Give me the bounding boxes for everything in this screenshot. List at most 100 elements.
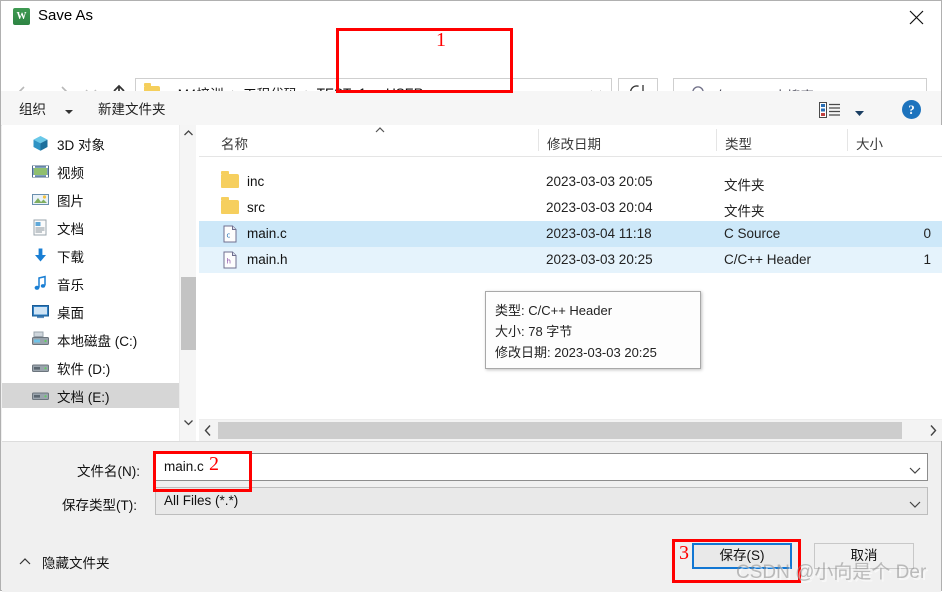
sidebar-list: 3D 对象 视频 图片 文档 下载 音乐 桌面 本地磁盘 (C:) 软件 (D:…: [2, 125, 179, 441]
3d-objects-icon: [32, 135, 49, 152]
svg-text:h: h: [227, 258, 231, 266]
chevron-down-icon[interactable]: [908, 497, 922, 512]
videos-icon: [32, 163, 49, 180]
sidebar-scrollbar-thumb[interactable]: [181, 277, 196, 350]
column-divider[interactable]: [847, 129, 848, 151]
annotation-number-2: 2: [209, 453, 219, 475]
annotation-number-3: 3: [679, 542, 689, 564]
filename-input[interactable]: main.c: [155, 453, 928, 481]
title-bar: W Save As: [1, 1, 941, 32]
tooltip-date: 修改日期: 2023-03-03 20:25: [495, 345, 657, 360]
table-row[interactable]: c main.c 2023-03-04 11:18 C Source 0: [199, 221, 942, 247]
sidebar-item-label: 图片: [57, 194, 84, 209]
chevron-down-icon[interactable]: [853, 106, 866, 121]
column-header-type[interactable]: 类型: [725, 133, 752, 153]
svg-text:c: c: [227, 232, 231, 240]
table-row[interactable]: h main.h 2023-03-03 20:25 C/C++ Header 1: [199, 247, 942, 273]
column-header-name[interactable]: 名称: [221, 133, 248, 153]
file-size: 1: [923, 252, 931, 267]
file-type: 文件夹: [724, 204, 765, 219]
wps-icon-glyph: W: [16, 11, 27, 22]
sidebar-item-label: 本地磁盘 (C:): [57, 334, 138, 349]
navigation-bar: « M4培训 › 工程代码 › TEST_1 › USER: [1, 32, 941, 108]
drive-icon: [32, 359, 49, 376]
horizontal-scrollbar-thumb[interactable]: [218, 422, 902, 439]
file-date: 2023-03-03 20:25: [546, 252, 653, 267]
drive-icon: [32, 387, 49, 404]
sort-ascending-icon: [373, 125, 387, 138]
pictures-icon: [32, 191, 49, 208]
c-header-icon: h: [221, 251, 239, 269]
sidebar-item-documents[interactable]: 文档: [2, 215, 179, 240]
sidebar-item-pictures[interactable]: 图片: [2, 187, 179, 212]
new-folder-button[interactable]: 新建文件夹: [98, 98, 166, 118]
column-divider[interactable]: [716, 129, 717, 151]
column-divider[interactable]: [538, 129, 539, 151]
sidebar-item-label: 视频: [57, 166, 84, 181]
tooltip-type: 类型: C/C++ Header: [495, 303, 613, 318]
sidebar-item-label: 软件 (D:): [57, 362, 111, 377]
sidebar-item-videos[interactable]: 视频: [2, 159, 179, 184]
sidebar-item-downloads[interactable]: 下载: [2, 243, 179, 268]
sidebar-item-label: 文档: [57, 222, 84, 237]
folder-icon: [221, 197, 239, 214]
sidebar-item-label: 下载: [57, 250, 84, 265]
filename-value: main.c: [164, 459, 204, 474]
annotation-number-1: 1: [436, 29, 446, 51]
file-date: 2023-03-03 20:05: [546, 174, 653, 189]
horizontal-scrollbar[interactable]: [199, 419, 942, 441]
c-source-icon: c: [221, 225, 239, 243]
sidebar-item-music[interactable]: 音乐: [2, 271, 179, 296]
column-header-date[interactable]: 修改日期: [547, 133, 601, 153]
window-title: Save As: [38, 7, 94, 24]
chevron-down-icon[interactable]: [908, 463, 922, 478]
sidebar-scrollbar[interactable]: [179, 125, 197, 441]
chevron-down-icon[interactable]: [63, 105, 75, 120]
file-name: main.c: [247, 226, 287, 241]
scroll-left-icon[interactable]: [199, 420, 217, 441]
sidebar-item-label: 3D 对象: [57, 138, 106, 153]
table-row[interactable]: inc 2023-03-03 20:05 文件夹: [199, 169, 942, 195]
file-size: 0: [923, 226, 931, 241]
watermark: CSDN @小向是个 Der: [736, 562, 927, 583]
file-type: 文件夹: [724, 178, 765, 193]
organize-button[interactable]: 组织: [19, 98, 46, 118]
folder-icon: [221, 171, 239, 188]
column-header-row: 名称 修改日期 类型 大小: [199, 125, 942, 157]
file-type: C Source: [724, 226, 781, 241]
sidebar-item-desktop[interactable]: 桌面: [2, 299, 179, 324]
hide-folders-toggle[interactable]: 隐藏文件夹: [42, 552, 110, 572]
column-header-size[interactable]: 大小: [856, 133, 883, 153]
sidebar-item-label: 音乐: [57, 278, 84, 293]
sidebar-item-label: 桌面: [57, 306, 84, 321]
close-icon[interactable]: [892, 1, 941, 32]
help-button[interactable]: ?: [902, 100, 921, 119]
sidebar-item-3d-objects[interactable]: 3D 对象: [2, 131, 179, 156]
file-date: 2023-03-03 20:04: [546, 200, 653, 215]
toolbar: 组织 新建文件夹 ?: [1, 91, 941, 126]
scroll-up-icon[interactable]: [180, 125, 197, 142]
file-name: src: [247, 200, 265, 215]
sidebar-item-drive-d[interactable]: 软件 (D:): [2, 355, 179, 380]
filetype-select[interactable]: All Files (*.*): [155, 487, 928, 515]
file-name: inc: [247, 174, 265, 189]
chevron-up-icon[interactable]: [18, 555, 32, 570]
music-icon: [32, 275, 49, 292]
file-date: 2023-03-04 11:18: [546, 226, 652, 241]
table-row[interactable]: src 2023-03-03 20:04 文件夹: [199, 195, 942, 221]
view-mode-icon[interactable]: [819, 102, 841, 121]
filetype-value: All Files (*.*): [164, 493, 239, 508]
navigation-pane: 3D 对象 视频 图片 文档 下载 音乐 桌面 本地磁盘 (C:) 软件 (D:…: [2, 125, 197, 441]
file-type: C/C++ Header: [724, 252, 812, 267]
scroll-right-icon[interactable]: [924, 420, 942, 441]
tooltip-size: 大小: 78 字节: [495, 324, 573, 339]
filename-label: 文件名(N):: [77, 464, 140, 479]
scroll-down-icon[interactable]: [180, 414, 197, 431]
sidebar-item-local-disk-c[interactable]: 本地磁盘 (C:): [2, 327, 179, 352]
file-tooltip: 类型: C/C++ Header 大小: 78 字节 修改日期: 2023-03…: [485, 291, 701, 369]
sidebar-item-drive-e[interactable]: 文档 (E:): [2, 383, 179, 408]
local-disk-icon: [32, 331, 49, 348]
wps-icon: W: [13, 8, 30, 25]
filetype-label: 保存类型(T):: [62, 498, 137, 513]
file-name: main.h: [247, 252, 288, 267]
